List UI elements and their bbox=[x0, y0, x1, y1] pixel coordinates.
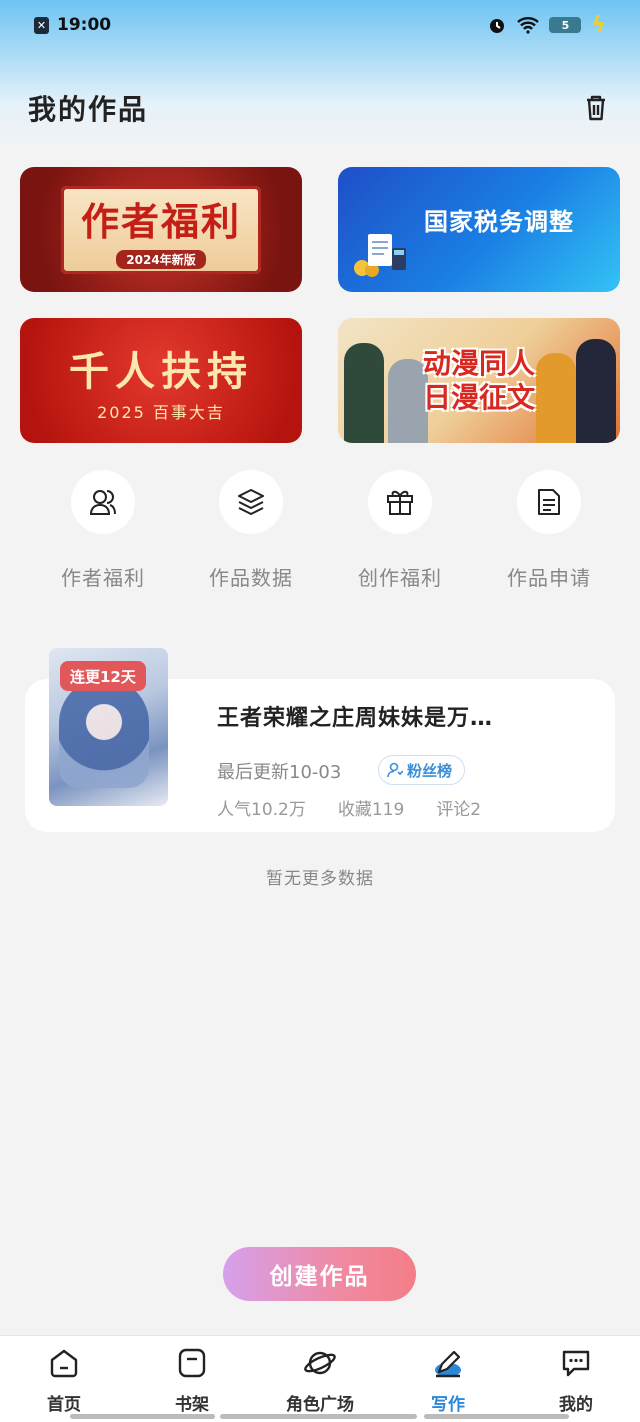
trash-icon[interactable] bbox=[580, 92, 612, 124]
quick-action-work-data[interactable]: 作品数据 bbox=[196, 470, 306, 591]
app-notification-icon: ✕ bbox=[34, 16, 49, 34]
create-work-button[interactable]: 创建作品 bbox=[223, 1247, 416, 1301]
banner-author-benefits[interactable]: 作者福利 2024年新版 bbox=[20, 167, 302, 292]
quick-action-label: 创作福利 bbox=[358, 566, 442, 590]
chat-icon bbox=[562, 1350, 590, 1377]
work-title[interactable]: 王者荣耀之庄周妹妹是万… bbox=[217, 700, 547, 732]
banner-subtitle: 2024年新版 bbox=[116, 249, 206, 269]
tab-label: 角色广场 bbox=[286, 1395, 354, 1415]
home-indicator bbox=[424, 1414, 569, 1419]
quick-action-circle bbox=[71, 470, 135, 534]
alarm-icon bbox=[490, 19, 505, 33]
pen-icon bbox=[435, 1350, 461, 1378]
status-bar: ✕ 19:00 5 ϟ bbox=[0, 0, 640, 50]
banner-title: 千人扶持 bbox=[69, 348, 253, 395]
planet-icon bbox=[304, 1351, 336, 1375]
home-indicator bbox=[70, 1414, 215, 1419]
no-more-data-text: 暂无更多数据 bbox=[266, 869, 374, 889]
banner-character bbox=[576, 339, 616, 443]
tab-label: 写作 bbox=[431, 1395, 465, 1415]
banner-title-line2: 日漫征文 bbox=[422, 380, 535, 414]
banner-character bbox=[536, 353, 576, 443]
charging-icon: ϟ bbox=[591, 12, 606, 38]
quick-action-circle bbox=[368, 470, 432, 534]
bottom-tab-bar: 首页 书架 角色广场 写作 我的 bbox=[0, 1335, 640, 1422]
banner-tax-adjustment[interactable]: 国家税务调整 bbox=[338, 167, 620, 292]
banner-scroll: 作者福利 2024年新版 bbox=[61, 185, 261, 274]
banner-thousand-support[interactable]: 千人扶持 2025 百事大吉 bbox=[20, 318, 302, 443]
users-icon bbox=[89, 490, 116, 515]
quick-action-circle bbox=[219, 470, 283, 534]
quick-action-circle bbox=[517, 470, 581, 534]
page-title: 我的作品 bbox=[28, 93, 149, 126]
comments-stat: 评论2 bbox=[436, 800, 482, 820]
cover-illustration bbox=[59, 678, 149, 788]
user-icon bbox=[387, 762, 403, 778]
tab-label: 首页 bbox=[47, 1395, 81, 1415]
battery-icon: 5 bbox=[549, 17, 582, 33]
tab-bookshelf[interactable]: 书架 bbox=[128, 1346, 256, 1415]
fan-ranking-label: 粉丝榜 bbox=[407, 761, 453, 780]
quick-action-label: 作品申请 bbox=[507, 566, 591, 590]
document-icon bbox=[538, 489, 560, 515]
banner-subtitle: 2025 百事大吉 bbox=[97, 402, 225, 422]
tab-label: 我的 bbox=[559, 1395, 593, 1415]
quick-action-work-application[interactable]: 作品申请 bbox=[494, 470, 604, 591]
last-update-text: 最后更新10-03 bbox=[217, 762, 342, 783]
popularity-stat: 人气10.2万 bbox=[217, 800, 306, 820]
tab-writing[interactable]: 写作 bbox=[384, 1346, 512, 1415]
quick-action-creation-benefits[interactable]: 创作福利 bbox=[345, 470, 455, 591]
quick-action-label: 作者福利 bbox=[61, 566, 145, 590]
favorites-stat: 收藏119 bbox=[337, 800, 405, 820]
status-time: 19:00 bbox=[57, 15, 112, 35]
quick-action-author-benefits[interactable]: 作者福利 bbox=[48, 470, 158, 591]
tab-mine[interactable]: 我的 bbox=[512, 1346, 640, 1415]
document-coins-icon bbox=[354, 234, 406, 277]
fan-ranking-button[interactable]: 粉丝榜 bbox=[378, 755, 466, 785]
streak-badge: 连更12天 bbox=[60, 661, 146, 691]
layers-icon bbox=[238, 489, 264, 515]
banner-anime-contest[interactable]: 动漫同人 日漫征文 bbox=[338, 318, 620, 443]
quick-action-label: 作品数据 bbox=[209, 566, 293, 590]
banner-title: 国家税务调整 bbox=[424, 208, 574, 236]
banner-character bbox=[344, 343, 384, 443]
home-icon bbox=[50, 1349, 78, 1378]
home-indicator bbox=[220, 1414, 417, 1419]
banner-title-line1: 动漫同人 bbox=[422, 346, 535, 380]
work-stats: 人气10.2万 收藏119 评论2 bbox=[217, 795, 481, 820]
wifi-icon bbox=[517, 17, 540, 34]
banner-title: 作者福利 bbox=[80, 199, 241, 244]
tab-character-plaza[interactable]: 角色广场 bbox=[256, 1346, 384, 1415]
tab-label: 书架 bbox=[175, 1395, 209, 1415]
page-header: 我的作品 bbox=[28, 88, 612, 128]
gift-icon bbox=[387, 490, 413, 515]
tab-home[interactable]: 首页 bbox=[0, 1346, 128, 1415]
bookshelf-icon bbox=[178, 1348, 206, 1378]
